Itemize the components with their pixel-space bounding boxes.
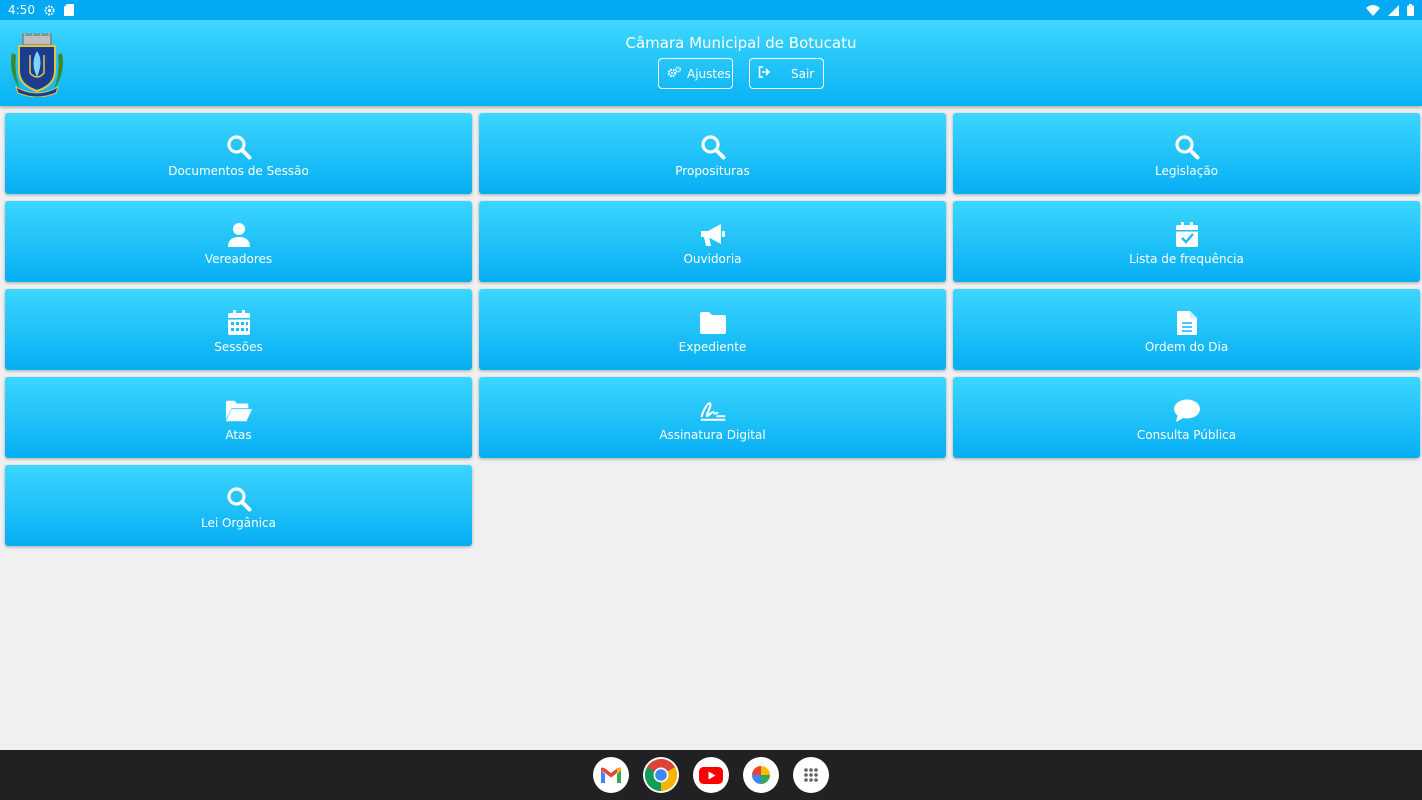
search-icon (699, 133, 727, 161)
tile-proposituras[interactable]: Proposituras (479, 113, 946, 194)
youtube-icon[interactable] (693, 757, 729, 793)
tile-label: Lista de frequência (1129, 252, 1244, 266)
tile-label: Assinatura Digital (659, 428, 766, 442)
tile-label: Expediente (678, 340, 747, 354)
wifi-icon (1366, 4, 1380, 16)
tile-documentos-de-sessao[interactable]: Documentos de Sessão (5, 113, 472, 194)
user-icon (225, 221, 253, 249)
tile-assinatura-digital[interactable]: Assinatura Digital (479, 377, 946, 458)
tile-label: Lei Orgânica (200, 516, 277, 530)
tile-label: Proposituras (675, 164, 750, 178)
tile-label: Ordem do Dia (1144, 340, 1229, 354)
app-drawer-icon[interactable] (793, 757, 829, 793)
cogs-icon (667, 66, 682, 81)
tile-label: Sessões (214, 340, 263, 354)
tile-expediente[interactable]: Expediente (479, 289, 946, 370)
menu-grid: Documentos de Sessão Proposituras Legisl… (5, 113, 1420, 546)
tile-label: Legislação (1154, 164, 1219, 178)
logout-button[interactable]: Sair (749, 58, 824, 89)
signature-icon (699, 397, 727, 425)
status-time: 4:50 (8, 3, 35, 17)
settings-gear-icon (43, 4, 56, 17)
tile-consulta-publica[interactable]: Consulta Pública (953, 377, 1420, 458)
document-icon (1173, 309, 1201, 337)
app-title: Câmara Municipal de Botucatu (625, 34, 857, 52)
sd-card-icon (63, 4, 74, 16)
status-bar: 4:50 (0, 0, 1422, 20)
tile-sessoes[interactable]: Sessões (5, 289, 472, 370)
comment-icon (1173, 397, 1201, 425)
megaphone-icon (699, 221, 727, 249)
tile-atas[interactable]: Atas (5, 377, 472, 458)
calendar-check-icon (1173, 221, 1201, 249)
settings-button[interactable]: Ajustes (658, 58, 733, 89)
tile-label: Atas (225, 428, 252, 442)
tile-vereadores[interactable]: Vereadores (5, 201, 472, 282)
app-header: Câmara Municipal de Botucatu Ajustes Sai… (0, 20, 1422, 106)
tile-ordem-do-dia[interactable]: Ordem do Dia (953, 289, 1420, 370)
search-icon (225, 485, 253, 513)
tile-label: Documentos de Sessão (168, 164, 309, 178)
logout-button-label: Sair (791, 66, 815, 81)
chrome-icon[interactable] (643, 757, 679, 793)
gmail-icon[interactable] (593, 757, 629, 793)
battery-icon (1407, 4, 1414, 16)
search-icon (1173, 133, 1201, 161)
folder-open-icon (225, 397, 253, 425)
tile-label: Ouvidoria (683, 252, 742, 266)
folder-icon (699, 309, 727, 337)
tile-lista-de-frequencia[interactable]: Lista de frequência (953, 201, 1420, 282)
tile-ouvidoria[interactable]: Ouvidoria (479, 201, 946, 282)
photos-icon[interactable] (743, 757, 779, 793)
tile-legislacao[interactable]: Legislação (953, 113, 1420, 194)
calendar-icon (225, 309, 253, 337)
settings-button-label: Ajustes (687, 66, 731, 81)
system-dock (0, 750, 1422, 800)
tile-label: Consulta Pública (1136, 428, 1237, 442)
tile-lei-organica[interactable]: Lei Orgânica (5, 465, 472, 546)
sign-out-icon (758, 66, 771, 81)
search-icon (225, 133, 253, 161)
tile-label: Vereadores (204, 252, 273, 266)
cellular-signal-icon (1388, 4, 1399, 16)
